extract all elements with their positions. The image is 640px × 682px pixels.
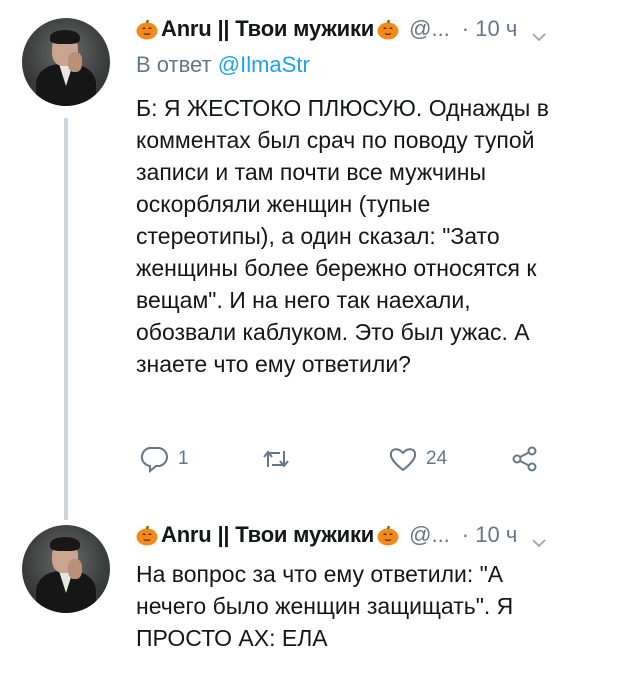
author-handle[interactable]: @... (409, 16, 450, 42)
tweet-text: Б: Я ЖЕСТОКО ПЛЮСУЮ. Однажды в комментах… (136, 92, 616, 380)
text-line: женщины более бережно относятся к (136, 255, 537, 281)
text-line: На вопрос за что ему ответили: "А (136, 561, 504, 587)
reply-to-label: В ответ (136, 52, 212, 77)
tweet-header: Anru || Твои мужики @... · 10 ч (136, 522, 547, 548)
reply-to-mention[interactable]: @IlmaStr (218, 52, 310, 77)
tweet-header: Anru || Твои мужики @... · 10 ч (136, 16, 547, 42)
text-line: вещам". И на него так наехали, (136, 287, 471, 313)
text-line: знаете что ему ответили? (136, 351, 411, 377)
heart-icon (389, 448, 417, 472)
avatar[interactable] (22, 18, 110, 106)
pumpkin-icon (136, 19, 158, 40)
reply-to: В ответ @IlmaStr (136, 52, 310, 78)
pumpkin-icon (377, 525, 399, 546)
share-button[interactable] (510, 445, 540, 473)
like-button[interactable]: 24 (388, 445, 447, 473)
chevron-down-icon[interactable] (531, 23, 547, 42)
reply-icon (141, 446, 168, 473)
like-count: 24 (426, 448, 448, 469)
retweet-icon (263, 450, 289, 468)
text-line: Б: Я ЖЕСТОКО ПЛЮСУЮ. Однажды в (136, 95, 549, 121)
tweet-actions: 1 24 (136, 445, 576, 481)
text-line: нечего было женщин защищать". Я (136, 593, 514, 619)
tweet-time[interactable]: · 10 ч (462, 16, 517, 42)
author-name[interactable]: Anru || Твои мужики (161, 522, 374, 548)
retweet-button[interactable] (260, 445, 300, 473)
share-icon (512, 446, 537, 472)
text-line: комментах был срач по поводу тупой (136, 127, 535, 153)
tweet-time[interactable]: · 10 ч (462, 522, 517, 548)
text-line: оскорбляли женщин (тупые (136, 191, 431, 217)
text-line: записи и там почти все мужчины (136, 159, 487, 185)
reply-button[interactable]: 1 (140, 445, 189, 473)
text-line: обозвали каблуком. Это был ужас. А (136, 319, 530, 345)
author-handle[interactable]: @... (409, 522, 450, 548)
avatar[interactable] (22, 525, 110, 613)
reply-count: 1 (178, 448, 189, 469)
tweet-text: На вопрос за что ему ответили: "А нечего… (136, 558, 616, 654)
pumpkin-icon (377, 19, 399, 40)
text-line: стереотипы), а один сказал: "Зато (136, 223, 500, 249)
author-name[interactable]: Anru || Твои мужики (161, 16, 374, 42)
text-line: ПРОСТО АХ: ЕЛА (136, 625, 328, 651)
thread-line (64, 118, 68, 520)
pumpkin-icon (136, 525, 158, 546)
chevron-down-icon[interactable] (531, 529, 547, 548)
